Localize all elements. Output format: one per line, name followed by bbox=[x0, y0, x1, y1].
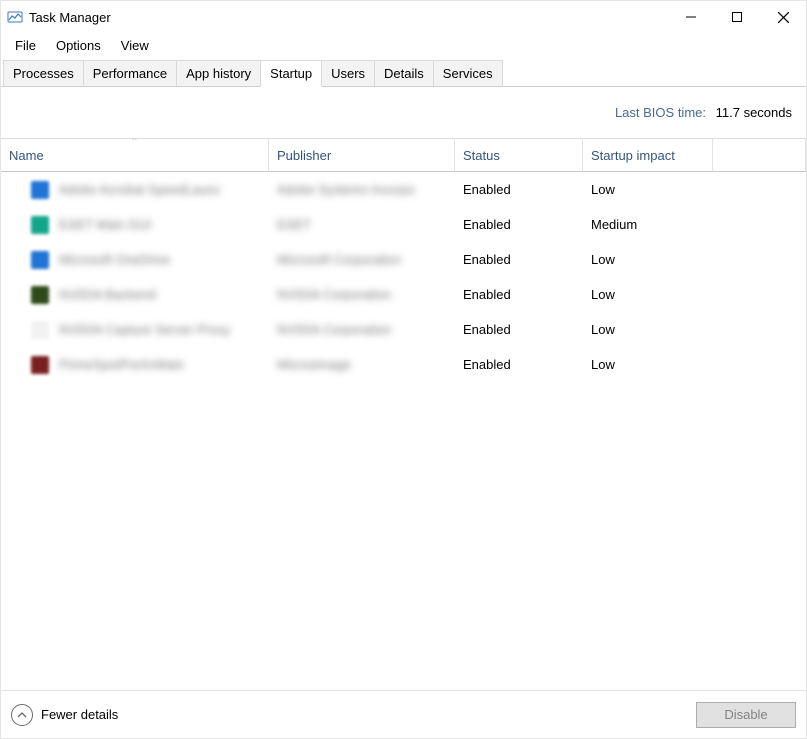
app-icon bbox=[31, 181, 49, 199]
cell-status: Enabled bbox=[455, 172, 583, 207]
cell-publisher: NVIDIA Corporation bbox=[269, 277, 455, 312]
tab-app-history[interactable]: App history bbox=[176, 60, 261, 86]
cell-impact: Low bbox=[583, 242, 713, 277]
app-name: ESET Main GUI bbox=[59, 217, 151, 232]
column-header-name[interactable]: ⌃ Name bbox=[1, 139, 269, 172]
tab-startup[interactable]: Startup bbox=[260, 60, 322, 87]
task-manager-icon bbox=[7, 9, 23, 25]
menubar: File Options View bbox=[1, 33, 806, 60]
cell-name: NVIDIA Backend bbox=[1, 277, 269, 312]
app-icon bbox=[31, 216, 49, 234]
sort-ascending-icon: ⌃ bbox=[131, 138, 139, 147]
cell-impact: Low bbox=[583, 172, 713, 207]
cell-publisher: NVIDIA Corporation bbox=[269, 312, 455, 347]
maximize-button[interactable] bbox=[714, 1, 760, 33]
startup-table: ⌃ Name Publisher Status Startup impact A… bbox=[1, 138, 806, 690]
window-title: Task Manager bbox=[29, 10, 668, 25]
table-row[interactable]: Microsoft OneDrive Microsoft Corporation E… bbox=[1, 242, 806, 277]
cell-impact: Low bbox=[583, 277, 713, 312]
app-name: Adobe Acrobat SpeedLaunc bbox=[59, 182, 221, 197]
cell-status: Enabled bbox=[455, 347, 583, 382]
app-name: Microsoft OneDrive bbox=[59, 252, 170, 267]
menu-file[interactable]: File bbox=[5, 35, 46, 56]
publisher-name: Microsoft Corporation bbox=[277, 252, 401, 267]
tab-processes[interactable]: Processes bbox=[3, 60, 84, 86]
cell-impact: Low bbox=[583, 312, 713, 347]
fewer-details-button[interactable]: Fewer details bbox=[11, 704, 118, 726]
column-header-impact[interactable]: Startup impact bbox=[583, 139, 713, 172]
cell-impact: Medium bbox=[583, 207, 713, 242]
fewer-details-label: Fewer details bbox=[41, 707, 118, 722]
tab-details[interactable]: Details bbox=[374, 60, 434, 86]
cell-status: Enabled bbox=[455, 312, 583, 347]
column-header-status-label: Status bbox=[463, 148, 500, 163]
publisher-name: ESET bbox=[277, 217, 311, 232]
cell-name: ESET Main GUI bbox=[1, 207, 269, 242]
menu-options[interactable]: Options bbox=[46, 35, 111, 56]
cell-publisher: Adobe Systems Incorpo bbox=[269, 172, 455, 207]
app-name: NVIDIA Backend bbox=[59, 287, 156, 302]
column-header-name-label: Name bbox=[9, 148, 44, 163]
column-header-status[interactable]: Status bbox=[455, 139, 583, 172]
footer: Fewer details Disable bbox=[1, 690, 806, 738]
bios-time-value: 11.7 seconds bbox=[716, 105, 792, 120]
titlebar: Task Manager bbox=[1, 1, 806, 33]
table-row[interactable]: NVIDIA Backend NVIDIA Corporation EnabledL… bbox=[1, 277, 806, 312]
table-row[interactable]: NVIDIA Capture Server Proxy NVIDIA Corpor… bbox=[1, 312, 806, 347]
tab-performance[interactable]: Performance bbox=[83, 60, 177, 86]
app-icon bbox=[31, 321, 49, 339]
app-icon bbox=[31, 286, 49, 304]
table-row[interactable]: PrimeSpotPreXnMain Microsimage EnabledLow bbox=[1, 347, 806, 382]
window-controls bbox=[668, 1, 806, 33]
table-row[interactable]: Adobe Acrobat SpeedLaunc Adobe Systems In… bbox=[1, 172, 806, 207]
minimize-button[interactable] bbox=[668, 1, 714, 33]
bios-time-label: Last BIOS time: bbox=[615, 105, 706, 120]
table-body: Adobe Acrobat SpeedLaunc Adobe Systems In… bbox=[1, 172, 806, 382]
close-button[interactable] bbox=[760, 1, 806, 33]
app-name: PrimeSpotPreXnMain bbox=[59, 357, 184, 372]
tab-strip: Processes Performance App history Startu… bbox=[1, 60, 806, 87]
cell-status: Enabled bbox=[455, 207, 583, 242]
column-header-spacer bbox=[713, 139, 806, 172]
cell-name: Microsoft OneDrive bbox=[1, 242, 269, 277]
cell-publisher: Microsimage bbox=[269, 347, 455, 382]
cell-publisher: Microsoft Corporation bbox=[269, 242, 455, 277]
chevron-up-icon bbox=[11, 704, 33, 726]
app-icon bbox=[31, 356, 49, 374]
publisher-name: Microsimage bbox=[277, 357, 351, 372]
cell-status: Enabled bbox=[455, 277, 583, 312]
cell-publisher: ESET bbox=[269, 207, 455, 242]
cell-name: NVIDIA Capture Server Proxy bbox=[1, 312, 269, 347]
task-manager-window: Task Manager File Options View Processes… bbox=[0, 0, 807, 739]
publisher-name: NVIDIA Corporation bbox=[277, 322, 391, 337]
tab-services[interactable]: Services bbox=[433, 60, 503, 86]
app-icon bbox=[31, 251, 49, 269]
cell-impact: Low bbox=[583, 347, 713, 382]
tab-content: Last BIOS time: 11.7 seconds ⌃ Name Publ… bbox=[1, 87, 806, 690]
bios-time-row: Last BIOS time: 11.7 seconds bbox=[1, 87, 806, 138]
disable-button[interactable]: Disable bbox=[696, 702, 796, 728]
publisher-name: NVIDIA Corporation bbox=[277, 287, 391, 302]
table-header: ⌃ Name Publisher Status Startup impact bbox=[1, 139, 806, 172]
table-row[interactable]: ESET Main GUI ESET EnabledMedium bbox=[1, 207, 806, 242]
column-header-publisher-label: Publisher bbox=[277, 148, 331, 163]
cell-name: PrimeSpotPreXnMain bbox=[1, 347, 269, 382]
app-name: NVIDIA Capture Server Proxy bbox=[59, 322, 230, 337]
column-header-impact-label: Startup impact bbox=[591, 148, 675, 163]
publisher-name: Adobe Systems Incorpo bbox=[277, 182, 415, 197]
cell-status: Enabled bbox=[455, 242, 583, 277]
cell-name: Adobe Acrobat SpeedLaunc bbox=[1, 172, 269, 207]
menu-view[interactable]: View bbox=[111, 35, 159, 56]
column-header-publisher[interactable]: Publisher bbox=[269, 139, 455, 172]
tab-users[interactable]: Users bbox=[321, 60, 375, 86]
